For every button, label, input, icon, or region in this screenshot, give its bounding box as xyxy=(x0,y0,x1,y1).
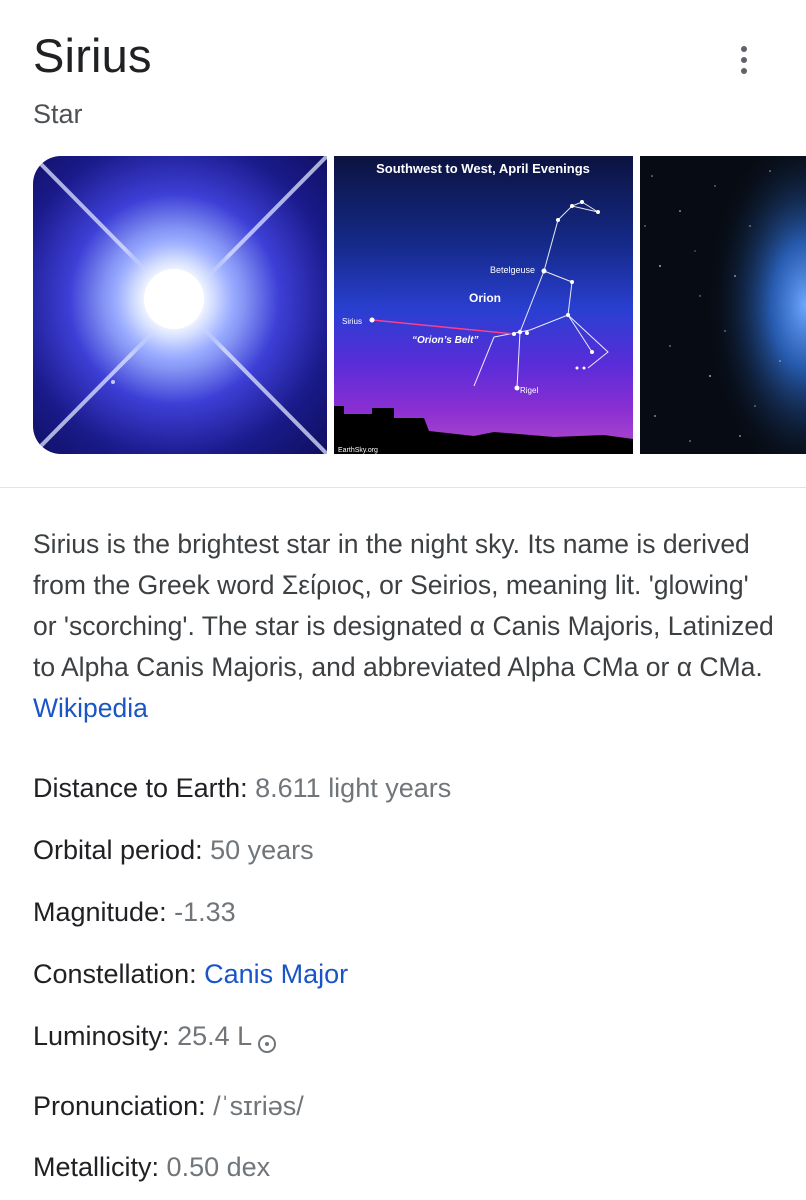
svg-text:Rigel: Rigel xyxy=(520,386,538,395)
fact-label: Orbital period: xyxy=(33,835,203,865)
starfield-graphic xyxy=(640,156,806,454)
starfield-image[interactable] xyxy=(640,156,806,454)
svg-text:Sirius: Sirius xyxy=(342,317,362,326)
more-options-button[interactable] xyxy=(726,38,762,82)
entity-description: Sirius is the brightest star in the nigh… xyxy=(33,524,778,729)
constellation-chart: Southwest to West, April Evenings Betelg… xyxy=(334,161,633,454)
constellation-link[interactable]: Canis Major xyxy=(204,959,348,989)
entity-type: Star xyxy=(33,99,83,129)
fact-value: -1.33 xyxy=(174,897,236,927)
page-title: Sirius xyxy=(33,29,152,82)
fact-metallicity: Metallicity: 0.50 dex xyxy=(33,1150,270,1184)
fact-pronunciation: Pronunciation: /ˈsɪriəs/ xyxy=(33,1089,304,1123)
knowledge-panel: Sirius Star Southwest to West, April Eve… xyxy=(0,0,806,1200)
fact-value: 0.50 dex xyxy=(166,1152,271,1182)
sirius-star-image[interactable] xyxy=(33,156,327,454)
fact-constellation: Constellation: Canis Major xyxy=(33,957,348,991)
fact-distance: Distance to Earth: 8.611 light years xyxy=(33,771,451,805)
image-carousel[interactable]: Southwest to West, April Evenings Betelg… xyxy=(0,156,806,454)
fact-label: Pronunciation: xyxy=(33,1091,206,1121)
fact-magnitude: Magnitude: -1.33 xyxy=(33,895,236,929)
fact-value: 8.611 light years xyxy=(255,773,452,803)
wikipedia-link[interactable]: Wikipedia xyxy=(33,693,148,723)
solar-symbol-icon xyxy=(258,1035,277,1053)
fact-label: Metallicity: xyxy=(33,1152,160,1182)
star-glare-graphic xyxy=(33,156,327,454)
fact-label: Distance to Earth: xyxy=(33,773,248,803)
more-vert-icon xyxy=(741,46,747,52)
fact-value: 50 years xyxy=(210,835,314,865)
fact-label: Constellation: xyxy=(33,959,197,989)
fact-label: Luminosity: xyxy=(33,1021,170,1051)
fact-orbital-period: Orbital period: 50 years xyxy=(33,833,314,867)
svg-text:Betelgeuse: Betelgeuse xyxy=(490,265,535,275)
svg-text:EarthSky.org: EarthSky.org xyxy=(338,447,378,454)
svg-text:Orion: Orion xyxy=(469,291,501,305)
fact-value: /ˈsɪriəs/ xyxy=(213,1091,304,1121)
description-text: Sirius is the brightest star in the nigh… xyxy=(33,529,774,682)
chart-heading: Southwest to West, April Evenings xyxy=(376,161,590,176)
section-divider xyxy=(0,487,806,488)
orion-chart-image[interactable]: Southwest to West, April Evenings Betelg… xyxy=(334,156,633,454)
fact-label: Magnitude: xyxy=(33,897,167,927)
fact-value: 25.4 L xyxy=(177,1021,253,1051)
fact-luminosity: Luminosity: 25.4 L xyxy=(33,1019,277,1053)
svg-text:“Orion’s Belt”: “Orion’s Belt” xyxy=(412,335,479,346)
